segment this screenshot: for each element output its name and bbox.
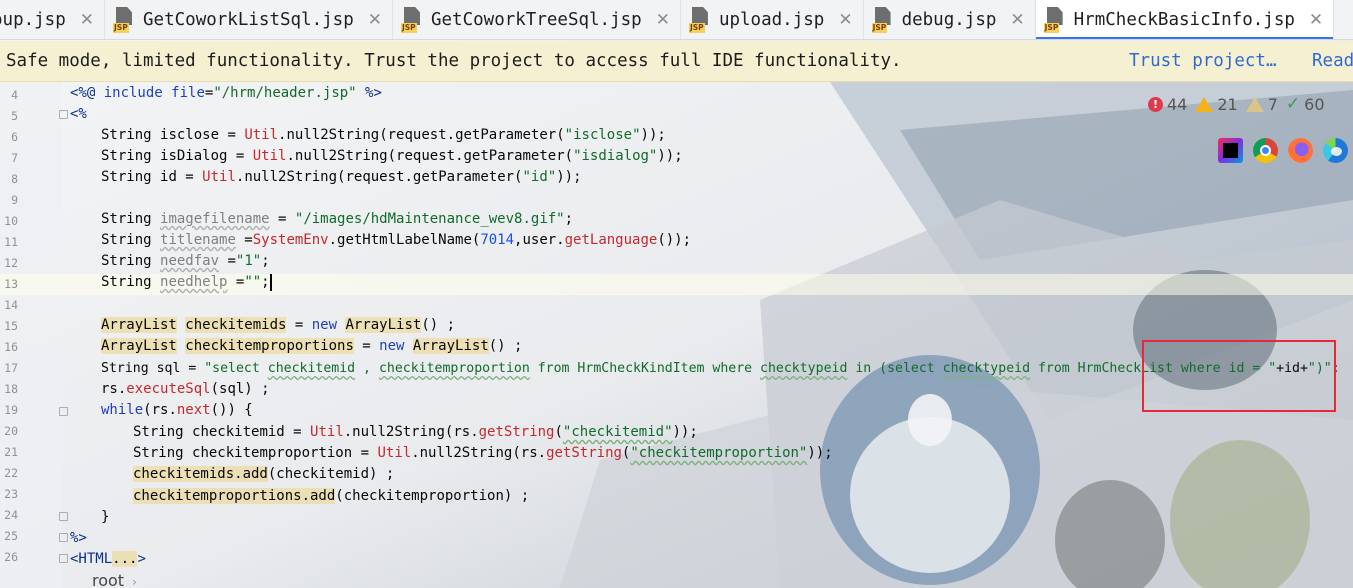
line-number: 16: [4, 340, 18, 354]
code-line: String checkitemproportion = Util.null2S…: [133, 445, 833, 461]
text-cursor: [269, 273, 272, 291]
line-number: 23: [4, 487, 18, 501]
tab-label: oup.jsp: [0, 10, 66, 30]
line-number: 4: [11, 88, 18, 102]
fold-marker-icon[interactable]: [59, 512, 68, 521]
weak-warning-icon: [1245, 96, 1264, 112]
tab-label: GetCoworkTreeSql.jsp: [430, 10, 642, 30]
line-number: 21: [4, 445, 18, 459]
errors-count[interactable]: ! 44: [1148, 95, 1187, 114]
tab-getcoworktreesql-jsp[interactable]: JSP GetCoworkTreeSql.jsp ✕: [393, 0, 681, 39]
ok-count[interactable]: ✓ 60: [1286, 94, 1325, 114]
code-line: <%@ include file="/hrm/header.jsp" %>: [70, 85, 382, 101]
code-line: String isDialog = Util.null2String(reque…: [101, 148, 683, 164]
error-icon: !: [1148, 96, 1163, 112]
code-line: checkitemids.add(checkitemid) ;: [133, 466, 395, 482]
tab-label: upload.jsp: [718, 10, 825, 30]
fold-marker-icon[interactable]: [59, 554, 68, 563]
line-number: 24: [4, 508, 18, 522]
chrome-icon[interactable]: [1253, 138, 1278, 163]
warnings-count[interactable]: 21: [1195, 95, 1238, 114]
close-icon[interactable]: ✕: [656, 10, 670, 30]
chevron-right-icon: ›: [132, 575, 137, 588]
close-icon[interactable]: ✕: [838, 10, 852, 30]
code-line: %>: [70, 530, 87, 546]
code-line: String checkitemid = Util.null2String(rs…: [133, 424, 698, 440]
jsp-file-icon: JSP: [113, 7, 137, 33]
safe-mode-message: Safe mode, limited functionality. Trust …: [6, 51, 902, 71]
intellij-icon[interactable]: [1218, 138, 1243, 163]
fold-marker-icon[interactable]: [59, 110, 68, 119]
line-number: 10: [4, 214, 18, 228]
code-line: ArrayList checkitemids = new ArrayList()…: [101, 317, 456, 333]
code-line: <HTML...>: [70, 551, 146, 567]
line-number: 7: [11, 151, 18, 165]
breadcrumb-root[interactable]: root: [92, 571, 124, 588]
jsp-file-icon: JSP: [871, 7, 896, 33]
close-icon[interactable]: ✕: [368, 10, 382, 30]
code-line: checkitemproportions.add(checkitempropor…: [133, 488, 530, 504]
close-icon[interactable]: ✕: [1309, 10, 1323, 30]
line-number: 15: [4, 319, 18, 333]
line-number: 25: [4, 529, 18, 543]
line-number: 20: [4, 424, 18, 438]
edge-icon[interactable]: [1323, 138, 1348, 163]
line-number: 13: [4, 277, 18, 291]
tab-oup-jsp[interactable]: oup.jsp ✕: [0, 0, 106, 39]
line-number: 18: [4, 382, 18, 396]
code-line: String id = Util.null2String(request.get…: [101, 169, 582, 185]
tab-label: GetCoworkListSql.jsp: [143, 10, 354, 30]
jsp-file-icon: JSP: [1043, 7, 1068, 33]
annotation-highlight-box: [1142, 340, 1336, 412]
code-line[interactable]: String needhelp ="";: [101, 272, 272, 293]
code-line: String needfav ="1";: [101, 253, 270, 269]
line-number: 9: [11, 193, 18, 207]
check-icon: ✓: [1285, 94, 1301, 114]
inspection-widget[interactable]: ! 44 21 7 ✓ 60: [1148, 94, 1325, 114]
jsp-file-icon: JSP: [400, 7, 425, 33]
code-editor[interactable]: 4 5 6 7 8 9 10 11 12 13 14 15 16 17 18 1…: [0, 82, 1353, 588]
fold-marker-icon[interactable]: [59, 533, 68, 542]
close-icon[interactable]: ✕: [80, 10, 94, 30]
code-line: String titlename =SystemEnv.getHtmlLabel…: [101, 232, 692, 248]
weak-warnings-count[interactable]: 7: [1245, 95, 1278, 114]
line-number: 5: [11, 109, 18, 123]
code-line: while(rs.next()) {: [101, 402, 253, 418]
code-line: String isclose = Util.null2String(reques…: [101, 127, 666, 143]
tab-label: HrmCheckBasicInfo.jsp: [1073, 10, 1295, 30]
line-number: 26: [4, 550, 18, 564]
code-line: ArrayList checkitemproportions = new Arr…: [101, 338, 523, 354]
warning-icon: [1195, 96, 1214, 112]
line-number: 12: [4, 256, 18, 270]
tab-upload-jsp[interactable]: JSP upload.jsp ✕: [681, 0, 864, 39]
line-number: 22: [4, 466, 18, 480]
line-number: 17: [4, 361, 18, 375]
jsp-file-icon: JSP: [688, 7, 713, 33]
breadcrumb[interactable]: root ›: [92, 571, 137, 588]
safe-mode-banner: Safe mode, limited functionality. Trust …: [0, 41, 1353, 82]
fold-marker-icon[interactable]: [59, 407, 68, 416]
code-line: rs.executeSql(sql) ;: [101, 381, 270, 397]
tab-debug-jsp[interactable]: JSP debug.jsp ✕: [864, 0, 1036, 39]
code-line: }: [101, 509, 110, 525]
line-number: 6: [11, 130, 18, 144]
line-number: 14: [4, 298, 18, 312]
firefox-icon[interactable]: [1288, 138, 1313, 163]
code-line: <%: [70, 106, 87, 122]
line-number: 11: [4, 235, 18, 249]
trust-project-link[interactable]: Trust project…: [1129, 51, 1277, 71]
close-icon[interactable]: ✕: [1010, 10, 1024, 30]
read-more-link[interactable]: Read: [1312, 51, 1353, 71]
editor-tab-bar: oup.jsp ✕ JSP GetCoworkListSql.jsp ✕ JSP…: [0, 0, 1353, 40]
browser-preview-bar: [1218, 138, 1348, 163]
line-number: 8: [11, 172, 18, 186]
tab-getcoworklistsql-jsp[interactable]: JSP GetCoworkListSql.jsp ✕: [105, 0, 393, 39]
tab-label: debug.jsp: [901, 10, 997, 30]
tab-hrmcheckbasicinfo-jsp[interactable]: JSP HrmCheckBasicInfo.jsp ✕: [1035, 0, 1335, 39]
line-number: 19: [4, 403, 18, 417]
code-line: String imagefilename = "/images/hdMainte…: [101, 211, 574, 227]
